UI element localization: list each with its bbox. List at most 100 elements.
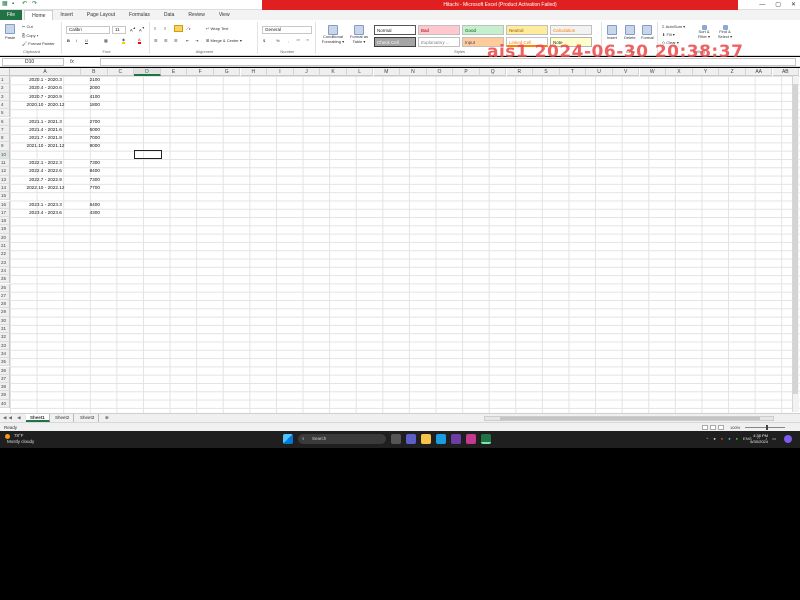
row-header-18[interactable]: 18 xyxy=(0,217,10,226)
cell-b13[interactable]: 7300 xyxy=(81,176,107,184)
style-bad[interactable]: Bad xyxy=(418,25,460,35)
taskbar-clock[interactable]: 4:38 PM 6/30/2024 xyxy=(750,433,768,445)
start-icon[interactable] xyxy=(283,434,293,444)
decrease-decimal-icon[interactable]: ⁻⁰ xyxy=(305,38,309,43)
bold-button[interactable]: B xyxy=(67,38,70,43)
notification-icon[interactable] xyxy=(784,435,792,443)
row-header-29[interactable]: 29 xyxy=(0,308,10,317)
row-header-40[interactable]: 40 xyxy=(0,399,10,408)
style-good[interactable]: Good xyxy=(462,25,504,35)
row-header-36[interactable]: 36 xyxy=(0,366,10,375)
row-header-10[interactable]: 10 xyxy=(0,150,10,159)
tab-review[interactable]: Review xyxy=(181,10,211,20)
column-header-n[interactable]: N xyxy=(400,68,427,76)
active-cell-cursor[interactable] xyxy=(134,150,162,160)
sheet-tab-sheet2[interactable]: Sheet2 xyxy=(51,414,75,422)
style-explanatory[interactable]: Explanatory ... xyxy=(418,37,460,47)
cell-a13[interactable]: 2022.7 - 2022.9 xyxy=(10,176,81,184)
style-check-cell[interactable]: Check Cell xyxy=(374,37,416,47)
row-header-31[interactable]: 31 xyxy=(0,325,10,334)
row-header-32[interactable]: 32 xyxy=(0,333,10,342)
select-all-corner[interactable] xyxy=(0,68,10,76)
merge-center-button[interactable]: ⊞ Merge & Center ▾ xyxy=(206,38,242,43)
cell-b12[interactable]: 8400 xyxy=(81,167,107,175)
tab-home[interactable]: Home xyxy=(24,10,54,20)
column-header-s[interactable]: S xyxy=(533,68,560,76)
column-header-z[interactable]: Z xyxy=(719,68,746,76)
row-header-12[interactable]: 12 xyxy=(0,167,10,176)
tab-formulas[interactable]: Formulas xyxy=(122,10,157,20)
row-header-23[interactable]: 23 xyxy=(0,258,10,267)
zoom-slider-thumb[interactable] xyxy=(766,425,768,430)
sort-filter-button[interactable]: Sort & Filter ▾ xyxy=(694,25,714,39)
cell-b11[interactable]: 7300 xyxy=(81,159,107,167)
normal-view-icon[interactable] xyxy=(702,425,708,430)
insert-cells-button[interactable]: Insert xyxy=(607,25,617,40)
row-header-20[interactable]: 20 xyxy=(0,233,10,242)
column-header-v[interactable]: V xyxy=(612,68,640,76)
page-break-view-icon[interactable] xyxy=(718,425,724,430)
column-header-m[interactable]: M xyxy=(373,68,401,76)
cell-a8[interactable]: 2021.7 - 2021.9 xyxy=(10,134,81,142)
tab-view[interactable]: View xyxy=(212,10,237,20)
paint-icon[interactable] xyxy=(466,434,476,444)
file-explorer-icon[interactable] xyxy=(421,434,431,444)
cell-b1[interactable]: 2100 xyxy=(81,76,107,84)
increase-indent-icon[interactable]: ⇥ xyxy=(195,38,198,43)
style-calculation[interactable]: Calculation xyxy=(550,25,592,35)
row-header-22[interactable]: 22 xyxy=(0,250,10,259)
weather-widget[interactable]: 78°F Mostly cloudy xyxy=(5,433,34,445)
column-header-y[interactable]: Y xyxy=(692,68,720,76)
italic-button[interactable]: I xyxy=(76,38,77,43)
shrink-font-button[interactable]: A▼ xyxy=(139,26,145,32)
column-header-t[interactable]: T xyxy=(559,68,587,76)
align-center-icon[interactable]: ☰ xyxy=(164,38,168,43)
cell-b8[interactable]: 7000 xyxy=(81,134,107,142)
cell-a7[interactable]: 2021.4 - 2021.6 xyxy=(10,126,81,134)
row-header-5[interactable]: 5 xyxy=(0,109,10,118)
row-header-9[interactable]: 9 xyxy=(0,142,10,151)
cell-b17[interactable]: 4300 xyxy=(81,209,107,217)
fill-color-icon[interactable]: ◈ xyxy=(122,37,126,44)
column-header-f[interactable]: F xyxy=(187,68,214,76)
cell-a14[interactable]: 2022.10 - 2022.12 xyxy=(10,184,81,192)
minimize-button[interactable]: — xyxy=(759,0,765,10)
column-header-k[interactable]: K xyxy=(320,68,347,76)
close-button[interactable]: ✕ xyxy=(791,0,796,10)
tab-insert[interactable]: Insert xyxy=(53,10,80,20)
autosum-button[interactable]: Σ AutoSum ▾ xyxy=(662,24,685,29)
row-header-27[interactable]: 27 xyxy=(0,291,10,301)
paste-button[interactable]: Paste xyxy=(5,24,15,40)
page-layout-view-icon[interactable] xyxy=(710,425,716,430)
row-header-19[interactable]: 19 xyxy=(0,225,10,234)
column-header-h[interactable]: H xyxy=(240,68,268,76)
row-header-15[interactable]: 15 xyxy=(0,192,10,201)
column-header-d[interactable]: D xyxy=(134,68,161,76)
cell-a4[interactable]: 2020.10 - 2020.12 xyxy=(10,101,81,109)
cell-a3[interactable]: 2020.7 - 2020.9 xyxy=(10,93,81,101)
zoom-level[interactable]: 100% xyxy=(730,425,740,430)
row-header-6[interactable]: 6 xyxy=(0,117,10,126)
row-header-26[interactable]: 26 xyxy=(0,283,10,292)
tray-app2-icon[interactable]: ● xyxy=(721,435,723,443)
name-box[interactable]: D10 xyxy=(2,58,64,66)
tab-file[interactable]: File xyxy=(0,10,23,20)
redo-icon[interactable]: ↷ xyxy=(32,1,38,8)
borders-icon[interactable]: ▦ xyxy=(104,38,108,43)
column-header-a[interactable]: A xyxy=(10,68,81,76)
cell-a1[interactable]: 2020.1 - 2020.3 xyxy=(10,76,81,84)
tray-chevron-icon[interactable]: ^ xyxy=(706,435,708,443)
row-header-39[interactable]: 39 xyxy=(0,391,10,400)
cell-b7[interactable]: 5000 xyxy=(81,126,107,134)
cell-b14[interactable]: 7700 xyxy=(81,184,107,192)
style-normal[interactable]: Normal xyxy=(374,25,416,35)
battery-icon[interactable]: ▭ xyxy=(772,435,776,443)
maximize-button[interactable]: ▢ xyxy=(775,0,781,10)
row-header-30[interactable]: 30 xyxy=(0,316,10,325)
cell-a2[interactable]: 2020.4 - 2020.6 xyxy=(10,84,81,92)
row-header-35[interactable]: 35 xyxy=(0,358,10,367)
new-sheet-icon[interactable]: ⊕ xyxy=(101,414,113,422)
cut-button[interactable]: ✂ Cut xyxy=(22,24,33,29)
cell-b9[interactable]: 9000 xyxy=(81,142,107,150)
cell-a6[interactable]: 2021.1 - 2021.3 xyxy=(10,118,81,126)
